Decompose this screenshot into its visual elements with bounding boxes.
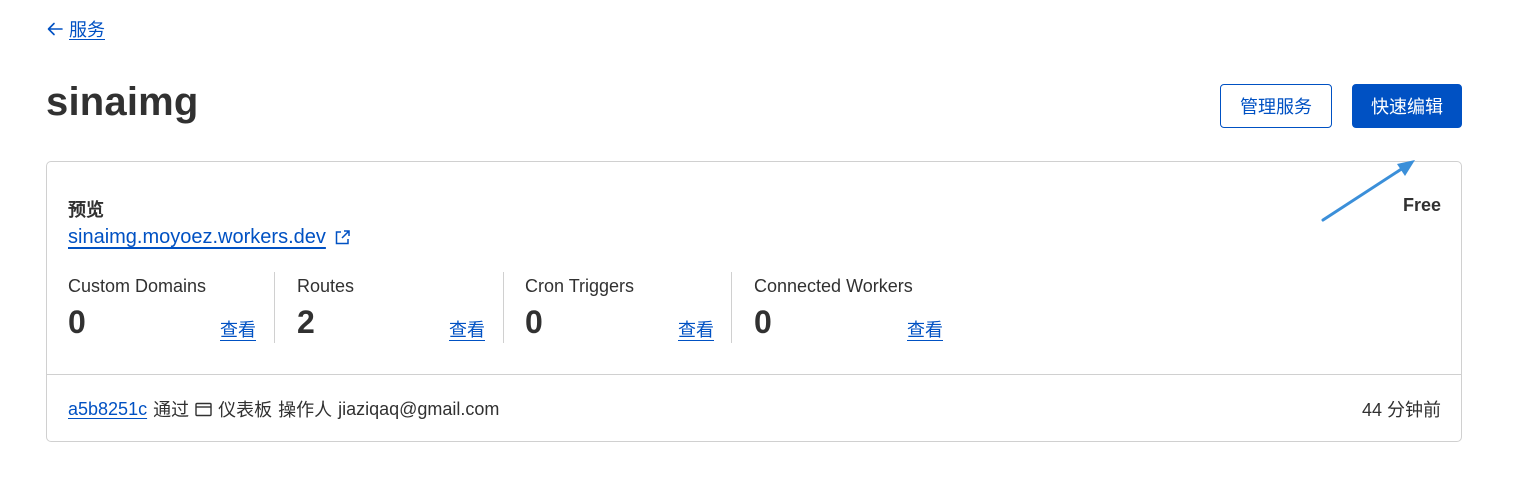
view-routes-link[interactable]: 查看 xyxy=(449,316,485,342)
arrow-left-icon xyxy=(47,22,63,36)
stat-count: 0 xyxy=(525,304,543,340)
deploy-time: 44 分钟前 xyxy=(1361,400,1441,420)
stat-custom-domains: Custom Domains 0 查看 xyxy=(47,270,275,345)
back-link-label: 服务 xyxy=(69,20,105,40)
stat-name: Custom Domains xyxy=(68,276,207,296)
stat-count: 0 xyxy=(68,304,86,340)
dashboard-icon xyxy=(195,402,212,416)
manage-service-button[interactable]: 管理服务 xyxy=(1220,84,1332,128)
page-title: sinaimg xyxy=(46,80,199,124)
stat-routes: Routes 2 查看 xyxy=(276,270,504,345)
view-cron-triggers-link[interactable]: 查看 xyxy=(678,316,714,342)
divider xyxy=(47,374,1461,375)
preview-label: 预览 xyxy=(68,200,104,220)
stat-name: Routes xyxy=(297,276,355,296)
via-text: 通过 xyxy=(153,400,190,420)
source-text: 仪表板 xyxy=(218,400,273,420)
deployment-info: a5b8251c 通过 仪表板 操作人 jiaziqaq@gmail.com xyxy=(68,396,499,422)
commit-link[interactable]: a5b8251c xyxy=(68,399,147,420)
stat-count: 2 xyxy=(297,304,315,340)
stat-connected-workers: Connected Workers 0 查看 xyxy=(733,270,961,345)
stat-name: Connected Workers xyxy=(754,276,913,296)
back-link[interactable]: 服务 xyxy=(47,16,105,42)
preview-url-link[interactable]: sinaimg.moyoez.workers.dev xyxy=(68,226,351,249)
divider xyxy=(731,272,732,343)
preview-url: sinaimg.moyoez.workers.dev xyxy=(68,226,326,248)
stat-name: Cron Triggers xyxy=(525,276,635,296)
operator-label: 操作人 xyxy=(278,400,333,420)
stat-count: 0 xyxy=(754,304,772,340)
external-link-icon xyxy=(335,230,350,245)
divider xyxy=(274,272,275,343)
page: 服务 sinaimg 管理服务 快速编辑 预览 sinaimg.moyoez.w… xyxy=(0,0,1529,497)
view-connected-workers-link[interactable]: 查看 xyxy=(907,316,943,342)
operator-email: jiaziqaq@gmail.com xyxy=(338,398,500,419)
stat-cron-triggers: Cron Triggers 0 查看 xyxy=(504,270,732,345)
plan-badge: Free xyxy=(1402,195,1441,215)
view-custom-domains-link[interactable]: 查看 xyxy=(220,316,256,342)
stats-row: Custom Domains 0 查看 Routes 2 查看 Cron Tri… xyxy=(47,270,967,345)
quick-edit-button[interactable]: 快速编辑 xyxy=(1352,84,1462,128)
worker-overview-card: 预览 sinaimg.moyoez.workers.dev Free Custo… xyxy=(46,160,1462,442)
